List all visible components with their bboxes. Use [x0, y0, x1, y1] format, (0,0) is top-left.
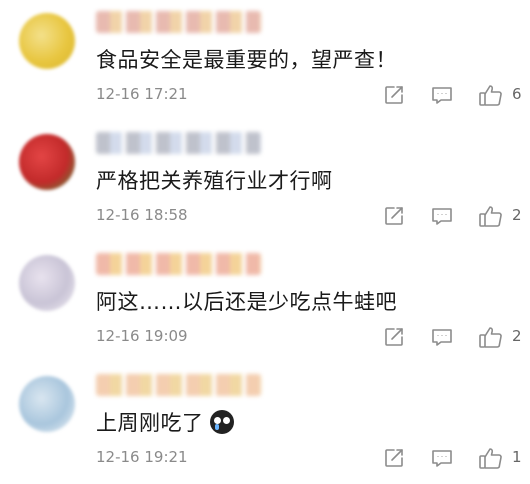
thumbs-up-icon[interactable]	[478, 83, 504, 107]
comment-item: 上周刚吃了 12-16 19:21 1	[0, 363, 530, 484]
comment-list: 食品安全是最重要的，望严查！ 12-16 17:21 6 严格把关养殖行业才行啊…	[0, 0, 530, 484]
username-blurred[interactable]	[96, 132, 261, 154]
comment-text: 严格把关养殖行业才行啊	[96, 169, 333, 193]
like-count: 2	[512, 327, 522, 345]
comment-text: 食品安全是最重要的，望严查！	[96, 48, 397, 72]
username-blurred[interactable]	[96, 374, 261, 396]
comment-icon[interactable]	[430, 325, 454, 349]
comment-time: 12-16 19:09	[96, 327, 188, 345]
comment-time: 12-16 19:21	[96, 448, 188, 466]
thumbs-up-icon[interactable]	[478, 204, 504, 228]
share-icon[interactable]	[382, 446, 406, 470]
avatar[interactable]	[19, 255, 75, 311]
comment-icon[interactable]	[430, 204, 454, 228]
like-count: 1	[512, 448, 522, 466]
comment-time: 12-16 17:21	[96, 85, 188, 103]
comment-item: 严格把关养殖行业才行啊 12-16 18:58 2	[0, 121, 530, 242]
thumbs-up-icon[interactable]	[478, 446, 504, 470]
like-count: 6	[512, 85, 522, 103]
comment-item: 阿这……以后还是少吃点牛蛙吧 12-16 19:09 2	[0, 242, 530, 363]
username-blurred[interactable]	[96, 253, 261, 275]
username-blurred[interactable]	[96, 11, 261, 33]
share-icon[interactable]	[382, 204, 406, 228]
sobbing-face-icon	[209, 410, 234, 434]
avatar[interactable]	[19, 134, 75, 190]
thumbs-up-icon[interactable]	[478, 325, 504, 349]
comment-icon[interactable]	[430, 446, 454, 470]
comment-icon[interactable]	[430, 83, 454, 107]
avatar[interactable]	[19, 376, 75, 432]
comment-text: 上周刚吃了	[96, 407, 234, 437]
comment-item: 食品安全是最重要的，望严查！ 12-16 17:21 6	[0, 0, 530, 121]
share-icon[interactable]	[382, 83, 406, 107]
share-icon[interactable]	[382, 325, 406, 349]
avatar[interactable]	[19, 13, 75, 69]
comment-text: 阿这……以后还是少吃点牛蛙吧	[96, 290, 397, 314]
comment-time: 12-16 18:58	[96, 206, 188, 224]
like-count: 2	[512, 206, 522, 224]
